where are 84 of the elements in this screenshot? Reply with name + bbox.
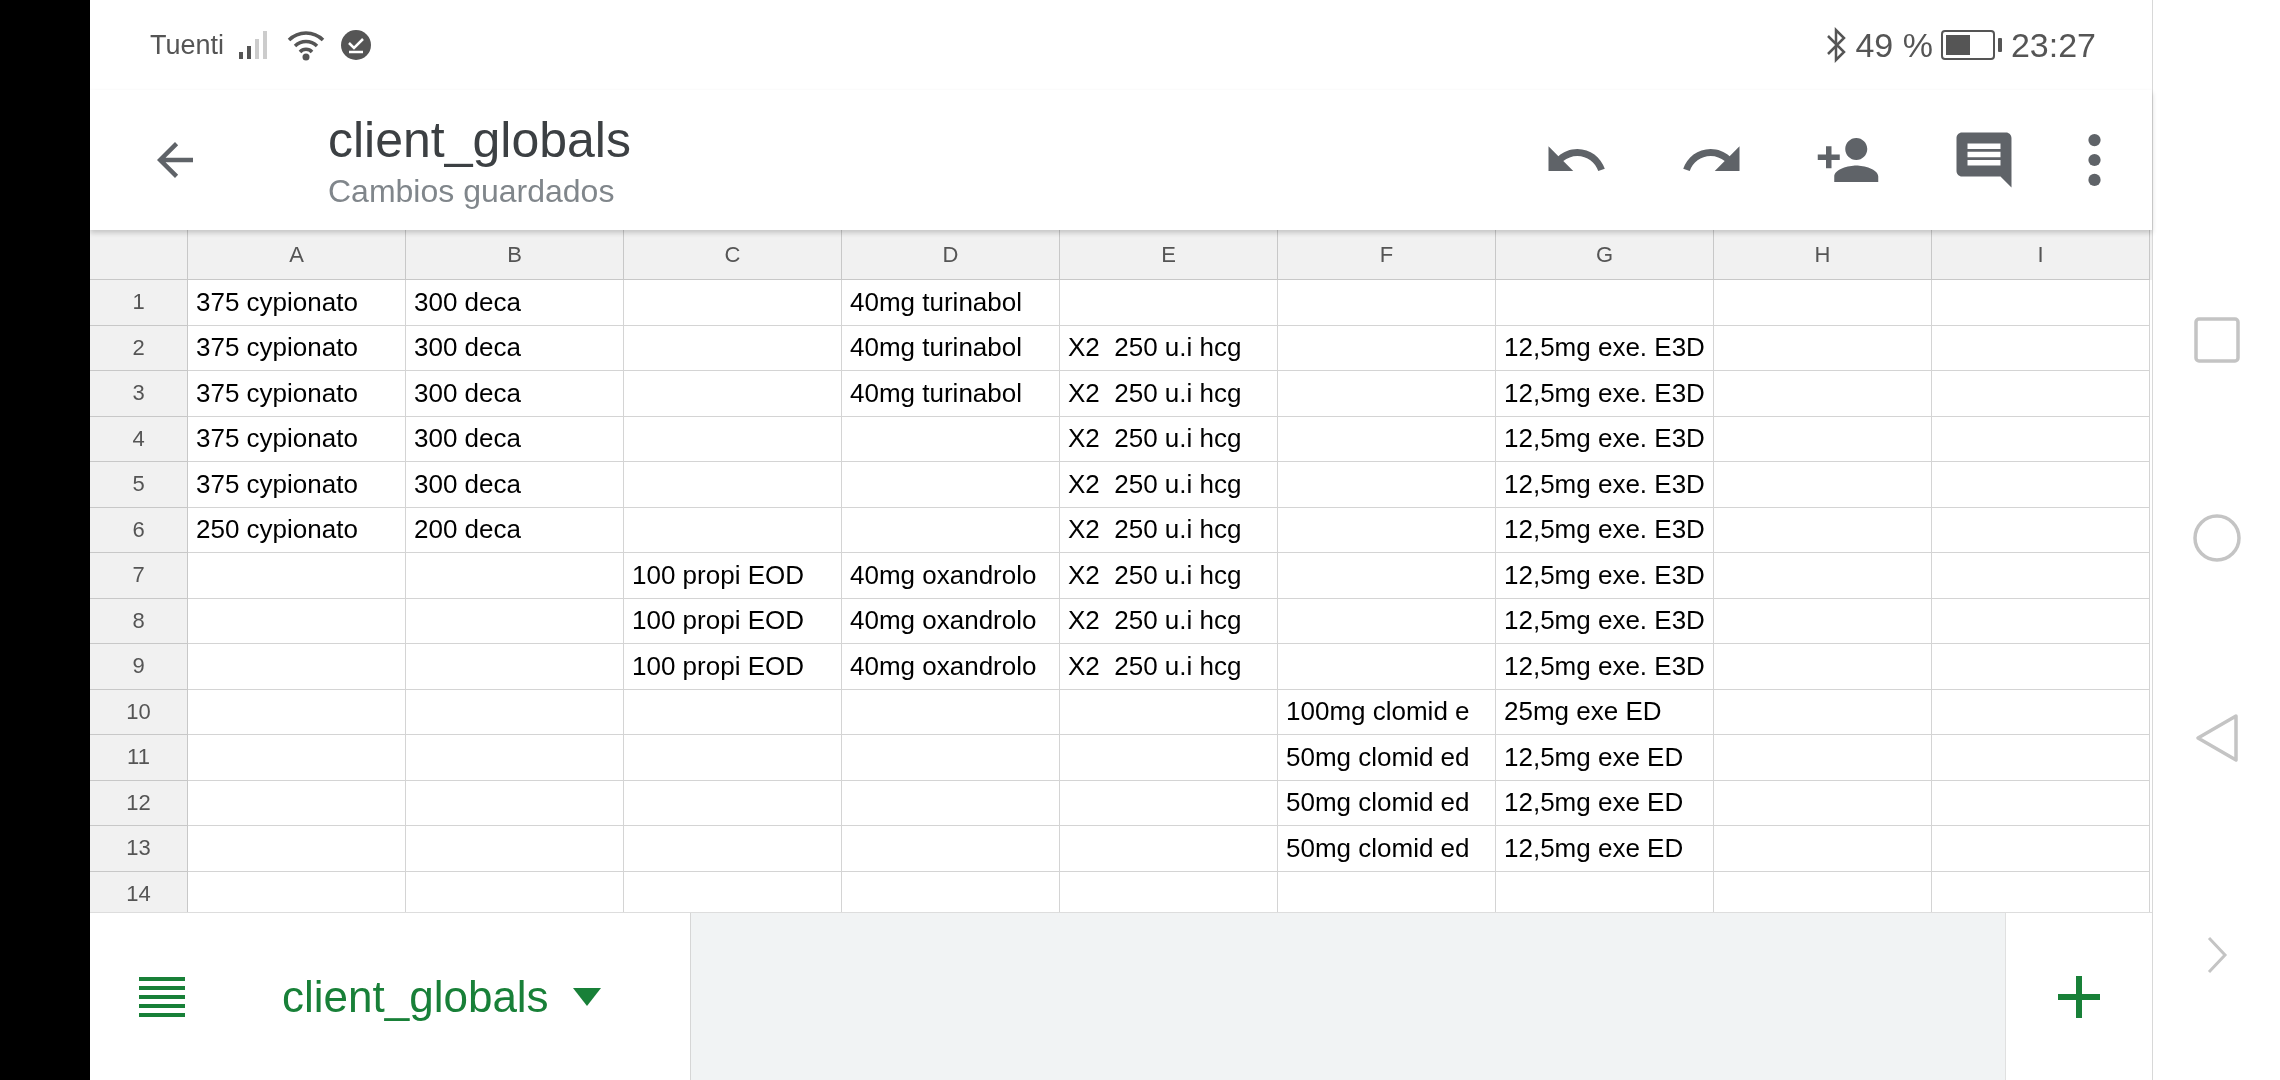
column-header[interactable]: I [1932,230,2150,280]
menu-icon [137,974,187,1019]
table-cell: 40mg turinabol [842,325,1060,371]
table-cell: 100 propi EOD [624,644,842,690]
sheet-tab[interactable]: client_globals [234,913,691,1080]
table-cell: 100 propi EOD [624,553,842,599]
table-cell: 300 deca [406,325,624,371]
table-cell: X2 250 u.i hcg [1060,462,1278,508]
plus-icon [2056,973,2102,1020]
column-header[interactable]: C [624,230,842,280]
row-header[interactable]: 8 [90,598,188,644]
table-cell: 375 cypionato [188,416,406,462]
table-cell: 12,5mg exe. E3D [1496,644,1714,690]
column-header[interactable]: F [1278,230,1496,280]
bluetooth-icon [1825,27,1848,63]
table-cell: 12,5mg exe ED [1496,826,1714,872]
table-cell: 12,5mg exe. E3D [1496,325,1714,371]
carrier-name: Tuenti [150,29,225,61]
table-cell: 300 deca [406,462,624,508]
check-circle-icon [340,29,373,61]
table-cell: 40mg oxandrolo [842,553,1060,599]
row-header[interactable]: 4 [90,416,188,462]
table-cell: 100mg clomid e [1278,689,1496,735]
table-cell: 375 cypionato [188,371,406,417]
table-cell: X2 250 u.i hcg [1060,507,1278,553]
row-header[interactable]: 10 [90,689,188,735]
column-header[interactable]: G [1496,230,1714,280]
column-header[interactable]: E [1060,230,1278,280]
table-cell: 40mg oxandrolo [842,598,1060,644]
column-header[interactable]: A [188,230,406,280]
table-cell: 250 cypionato [188,507,406,553]
row-header[interactable]: 2 [90,325,188,371]
table-cell: 375 cypionato [188,280,406,326]
row-header[interactable]: 9 [90,644,188,690]
dropdown-triangle-icon [572,987,601,1006]
column-header[interactable]: D [842,230,1060,280]
table-cell: 12,5mg exe. E3D [1496,553,1714,599]
wifi-icon [286,29,327,61]
row-header[interactable]: 1 [90,280,188,326]
table-cell: 12,5mg exe. E3D [1496,371,1714,417]
column-header[interactable]: H [1714,230,1932,280]
row-header[interactable]: 5 [90,462,188,508]
table-cell: 12,5mg exe. E3D [1496,598,1714,644]
table-cell: 12,5mg exe. E3D [1496,416,1714,462]
table-cell: X2 250 u.i hcg [1060,325,1278,371]
row-header[interactable]: 13 [90,826,188,872]
row-header[interactable]: 6 [90,507,188,553]
table-cell: 50mg clomid ed [1278,780,1496,826]
more-options-button[interactable] [2087,134,2102,186]
more-options-icon [2087,134,2102,186]
table-cell: X2 250 u.i hcg [1060,371,1278,417]
row-header[interactable]: 14 [90,871,188,912]
document-title: client_globals [328,110,632,169]
battery-icon [1940,29,2003,61]
column-header[interactable]: B [406,230,624,280]
table-cell: X2 250 u.i hcg [1060,644,1278,690]
table-cell: 300 deca [406,416,624,462]
row-header[interactable]: 3 [90,371,188,417]
sheet-list-button[interactable] [90,913,234,1080]
table-cell: 375 cypionato [188,325,406,371]
table-cell: 12,5mg exe ED [1496,735,1714,781]
row-header[interactable]: 12 [90,780,188,826]
table-cell: 375 cypionato [188,462,406,508]
clock-time: 23:27 [2010,25,2096,65]
table-cell: X2 250 u.i hcg [1060,598,1278,644]
table-cell: 40mg oxandrolo [842,644,1060,690]
table-cell: 40mg turinabol [842,280,1060,326]
table-cell: 12,5mg exe ED [1496,780,1714,826]
table-cell: 12,5mg exe. E3D [1496,507,1714,553]
save-status: Cambios guardados [328,172,616,210]
row-header[interactable]: 7 [90,553,188,599]
battery-percent: 49 % [1855,25,1933,65]
table-cell: X2 250 u.i hcg [1060,553,1278,599]
table-cell: 300 deca [406,371,624,417]
table-cell: 200 deca [406,507,624,553]
table-cell: 50mg clomid ed [1278,735,1496,781]
table-cell: 300 deca [406,280,624,326]
table-cell: 12,5mg exe. E3D [1496,462,1714,508]
table-cell: 40mg turinabol [842,371,1060,417]
table-cell: X2 250 u.i hcg [1060,416,1278,462]
row-header[interactable]: 11 [90,735,188,781]
table-cell: 50mg clomid ed [1278,826,1496,872]
table-cell: 25mg exe ED [1496,689,1714,735]
table-cell: 100 propi EOD [624,598,842,644]
